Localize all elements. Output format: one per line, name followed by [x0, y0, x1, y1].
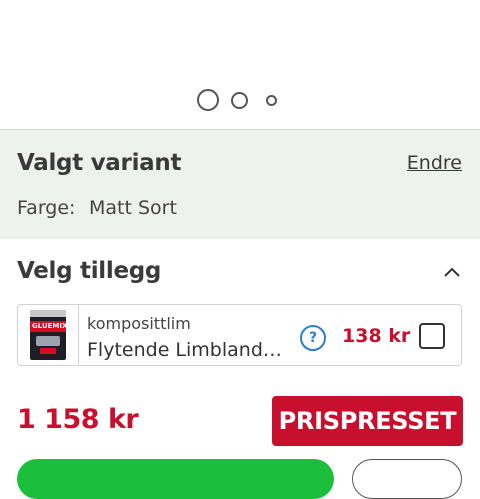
- help-icon[interactable]: ?: [300, 325, 326, 351]
- add-to-cart-button[interactable]: [17, 459, 334, 499]
- selected-variant-panel: Valgt variant Endre Farge: Matt Sort: [0, 129, 480, 239]
- selected-variant-title: Valgt variant: [17, 150, 182, 176]
- product-price: 1 158 kr: [17, 404, 139, 435]
- addon-item[interactable]: GLUEMIX komposittlim Flytende Limblandin…: [17, 304, 462, 366]
- price-badge: PRISPRESSET: [272, 396, 463, 446]
- addon-checkbox[interactable]: [419, 323, 445, 349]
- color-value: Matt Sort: [89, 197, 177, 219]
- addon-price: 138 kr: [342, 325, 411, 347]
- carousel-dot-2[interactable]: [231, 92, 248, 109]
- variant-color-row: Farge: Matt Sort: [17, 197, 177, 219]
- chevron-up-icon[interactable]: [442, 262, 462, 282]
- image-carousel[interactable]: [0, 0, 480, 129]
- glue-package-image: GLUEMIX: [30, 310, 66, 360]
- addon-name: Flytende Limblandin...: [87, 339, 287, 361]
- change-variant-link[interactable]: Endre: [407, 152, 462, 174]
- color-label: Farge:: [17, 197, 76, 219]
- addons-title: Velg tillegg: [17, 258, 162, 284]
- carousel-dot-1[interactable]: [197, 89, 219, 111]
- addon-thumbnail: GLUEMIX: [18, 305, 79, 365]
- package-brand-text: GLUEMIX: [32, 322, 66, 330]
- secondary-action-button[interactable]: [352, 459, 462, 499]
- carousel-dots: [0, 89, 480, 111]
- carousel-dot-3[interactable]: [266, 95, 277, 106]
- addon-category: komposittlim: [87, 314, 191, 333]
